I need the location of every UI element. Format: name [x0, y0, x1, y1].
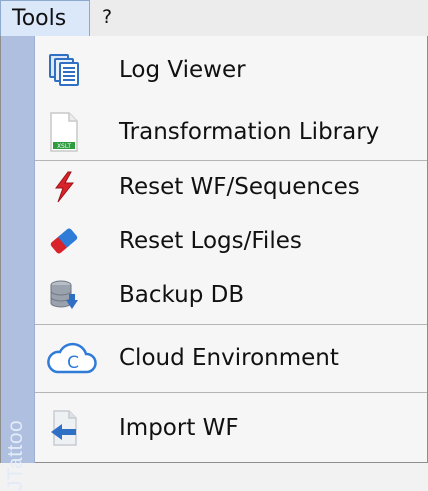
- tools-dropdown-menu: JTattoo Log Viewer XSLT Transformation L…: [0, 36, 428, 491]
- menu-separator: [35, 160, 427, 161]
- menu-item-reset-logs-files[interactable]: Reset Logs/Files: [35, 214, 427, 268]
- menu-item-cloud-environment[interactable]: C Cloud Environment: [35, 326, 427, 390]
- menu-item-label: Cloud Environment: [119, 345, 339, 371]
- menu-item-reset-wf-sequences[interactable]: Reset WF/Sequences: [35, 162, 427, 212]
- menu-item-label: Reset WF/Sequences: [119, 174, 360, 200]
- menu-help[interactable]: ?: [92, 0, 122, 36]
- menu-item-label: Import WF: [119, 415, 239, 441]
- menu-separator: [35, 392, 427, 393]
- menu-item-log-viewer[interactable]: Log Viewer: [35, 36, 427, 104]
- menu-item-label: Backup DB: [119, 282, 245, 308]
- xslt-icon-text: XSLT: [57, 143, 71, 150]
- xslt-file-icon: XSLT: [47, 111, 81, 152]
- menu-help-label: ?: [102, 6, 113, 28]
- menu-item-transformation-library[interactable]: XSLT Transformation Library: [35, 104, 427, 159]
- import-icon: [47, 409, 81, 447]
- cloud-icon: C: [45, 340, 97, 376]
- lightning-icon: [47, 170, 81, 204]
- eraser-icon: [47, 224, 81, 258]
- menu-side-strip: JTattoo: [1, 36, 35, 491]
- menubar: Tools ?: [0, 0, 428, 37]
- cloud-icon-text: C: [67, 353, 79, 373]
- menu-item-label: Transformation Library: [119, 118, 380, 145]
- menu-separator: [35, 324, 427, 325]
- menu-item-import-wf[interactable]: Import WF: [35, 394, 427, 462]
- menu-item-label: Reset Logs/Files: [119, 228, 302, 254]
- menu-item-backup-db[interactable]: Backup DB: [35, 268, 427, 322]
- menu-tools[interactable]: Tools: [0, 0, 90, 36]
- log-viewer-icon: [47, 53, 81, 87]
- menu-item-label: Log Viewer: [119, 57, 246, 83]
- menu-tools-label: Tools: [12, 6, 67, 31]
- database-backup-icon: [47, 278, 81, 312]
- menu-strip-label: JTattoo: [4, 419, 27, 491]
